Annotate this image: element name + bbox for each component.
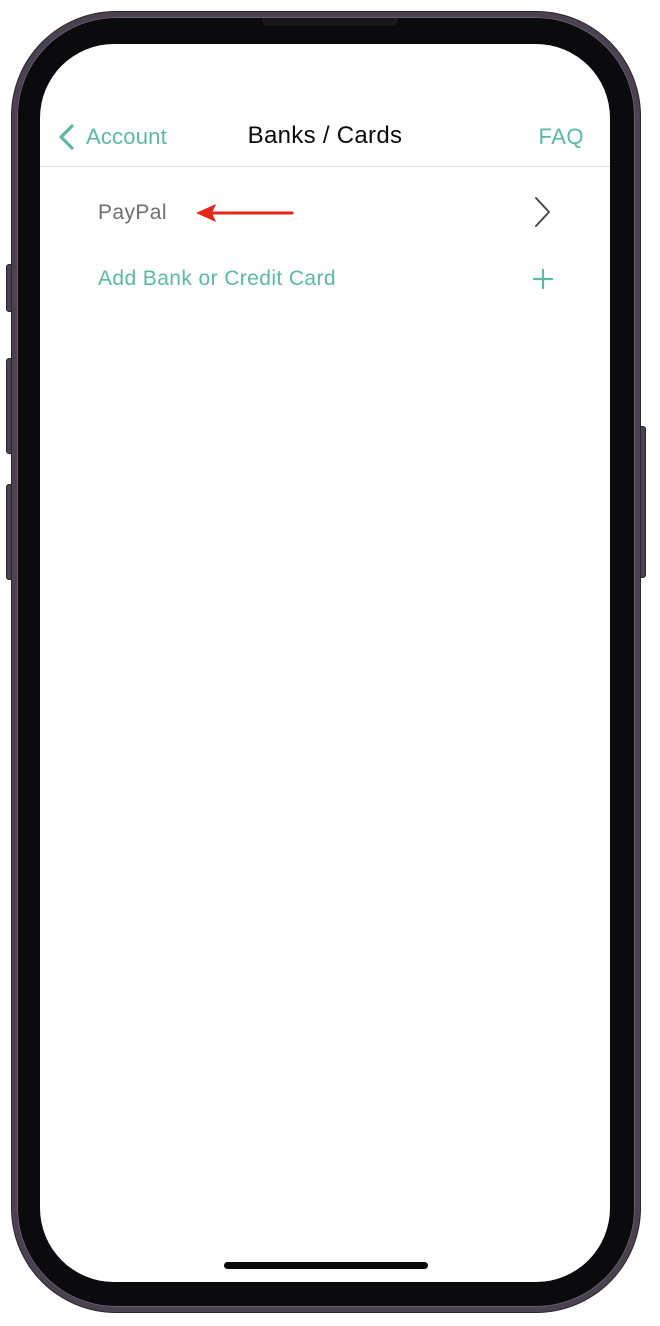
page-title: Banks / Cards <box>247 122 403 149</box>
speaker-grille <box>262 18 398 26</box>
list-item-paypal[interactable]: PayPal <box>40 180 610 246</box>
app-screen: Account Banks / Cards FAQ PayPal Add Ban… <box>40 44 610 1282</box>
chevron-right-icon <box>535 197 550 227</box>
mute-switch <box>6 264 12 312</box>
volume-down-button <box>6 484 12 580</box>
plus-icon <box>532 268 554 290</box>
list-item-label: PayPal <box>98 201 167 224</box>
faq-button[interactable]: FAQ <box>538 124 584 150</box>
navigation-bar: Account Banks / Cards FAQ <box>40 104 610 167</box>
power-button <box>640 426 646 578</box>
list-item-label: Add Bank or Credit Card <box>98 267 336 290</box>
list-item-add-bank-or-card[interactable]: Add Bank or Credit Card <box>40 246 610 312</box>
volume-up-button <box>6 358 12 454</box>
red-arrow-left-icon <box>196 204 294 222</box>
home-indicator[interactable] <box>224 1262 428 1269</box>
